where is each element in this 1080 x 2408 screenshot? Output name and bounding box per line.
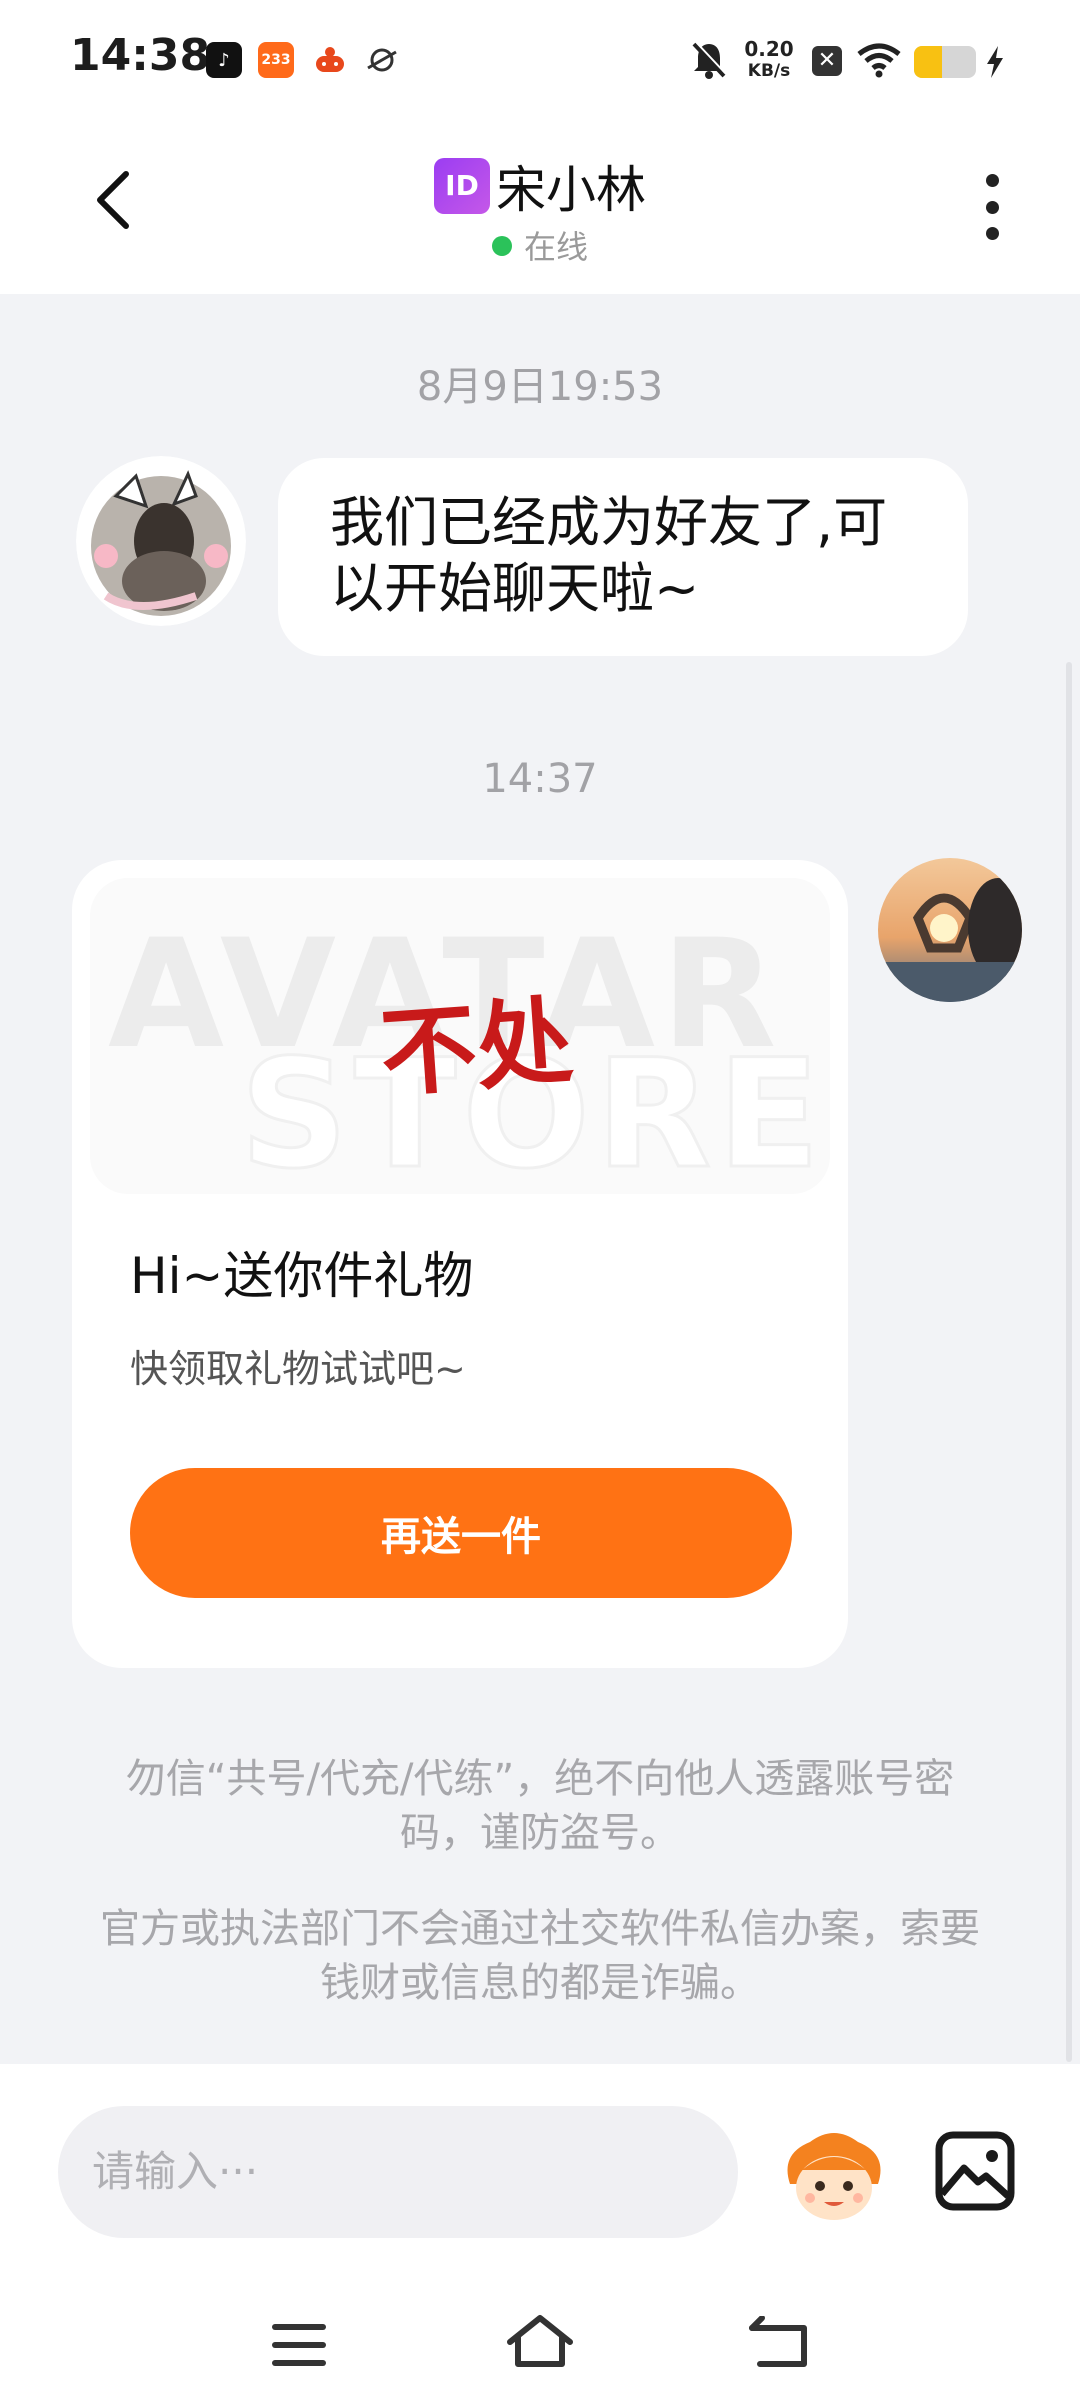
- game-icon: [312, 42, 348, 78]
- battery-icon: [914, 46, 976, 78]
- status-time: 14:38: [70, 30, 211, 81]
- back-nav-icon[interactable]: [748, 2315, 810, 2370]
- status-bar: 14:38 ♪ 233 0.20 KB/s ✕: [0, 0, 1080, 124]
- send-again-button[interactable]: 再送一件: [130, 1468, 792, 1598]
- id-badge: ID: [434, 158, 490, 214]
- gift-title: Hi~送你件礼物: [130, 1247, 474, 1305]
- net-speed: 0.20 KB/s: [737, 38, 801, 82]
- online-status-text: 在线: [523, 228, 588, 266]
- contact-name: 宋小林: [496, 161, 646, 219]
- scrollbar[interactable]: [1066, 662, 1072, 2062]
- net-speed-unit: KB/s: [747, 61, 791, 81]
- back-icon[interactable]: [92, 171, 132, 229]
- wifi-icon: [856, 42, 902, 78]
- contact-avatar[interactable]: [76, 456, 246, 626]
- menu-nav-icon[interactable]: [270, 2322, 328, 2368]
- tiktok-icon: ♪: [206, 42, 242, 78]
- mute-bell-icon: [690, 40, 728, 80]
- emoji-mascot-icon[interactable]: [780, 2124, 888, 2224]
- net-speed-value: 0.20: [744, 37, 794, 61]
- fraud-notice: 官方或执法部门不会通过社交软件私信办案，索要钱财或信息的都是诈骗。: [100, 1906, 980, 2006]
- message-input[interactable]: 请输入···: [58, 2106, 738, 2238]
- chat-title: ID 宋小林: [300, 150, 780, 222]
- 233-app-icon: 233: [258, 42, 294, 78]
- home-nav-icon[interactable]: [504, 2312, 576, 2370]
- online-status: 在线: [300, 222, 780, 268]
- online-dot-icon: [491, 236, 512, 256]
- security-notice: 勿信“共号/代充/代练”，绝不向他人透露账号密码，谨防盗号。: [125, 1756, 955, 1856]
- gift-image: AVATAR STORE 不处: [90, 878, 830, 1194]
- gift-subtitle: 快领取礼物试试吧~: [130, 1347, 466, 1391]
- gift-image-text: 不处: [376, 984, 577, 1111]
- timestamp: 14:37: [482, 756, 598, 802]
- image-picker-icon[interactable]: [934, 2130, 1016, 2212]
- charging-icon: [984, 44, 1006, 80]
- more-options-icon[interactable]: [986, 174, 1002, 240]
- message-text: 我们已经成为好友了,可以开始聊天啦~: [330, 491, 888, 620]
- message-bubble[interactable]: 我们已经成为好友了,可以开始聊天啦~: [278, 458, 968, 656]
- timestamp: 8月9日19:53: [416, 364, 664, 410]
- planet-icon: [364, 42, 400, 78]
- sim-x-icon: ✕: [812, 46, 842, 76]
- my-avatar[interactable]: [878, 858, 1022, 1002]
- gift-card[interactable]: AVATAR STORE 不处 Hi~送你件礼物 快领取礼物试试吧~ 再送一件: [72, 860, 848, 1668]
